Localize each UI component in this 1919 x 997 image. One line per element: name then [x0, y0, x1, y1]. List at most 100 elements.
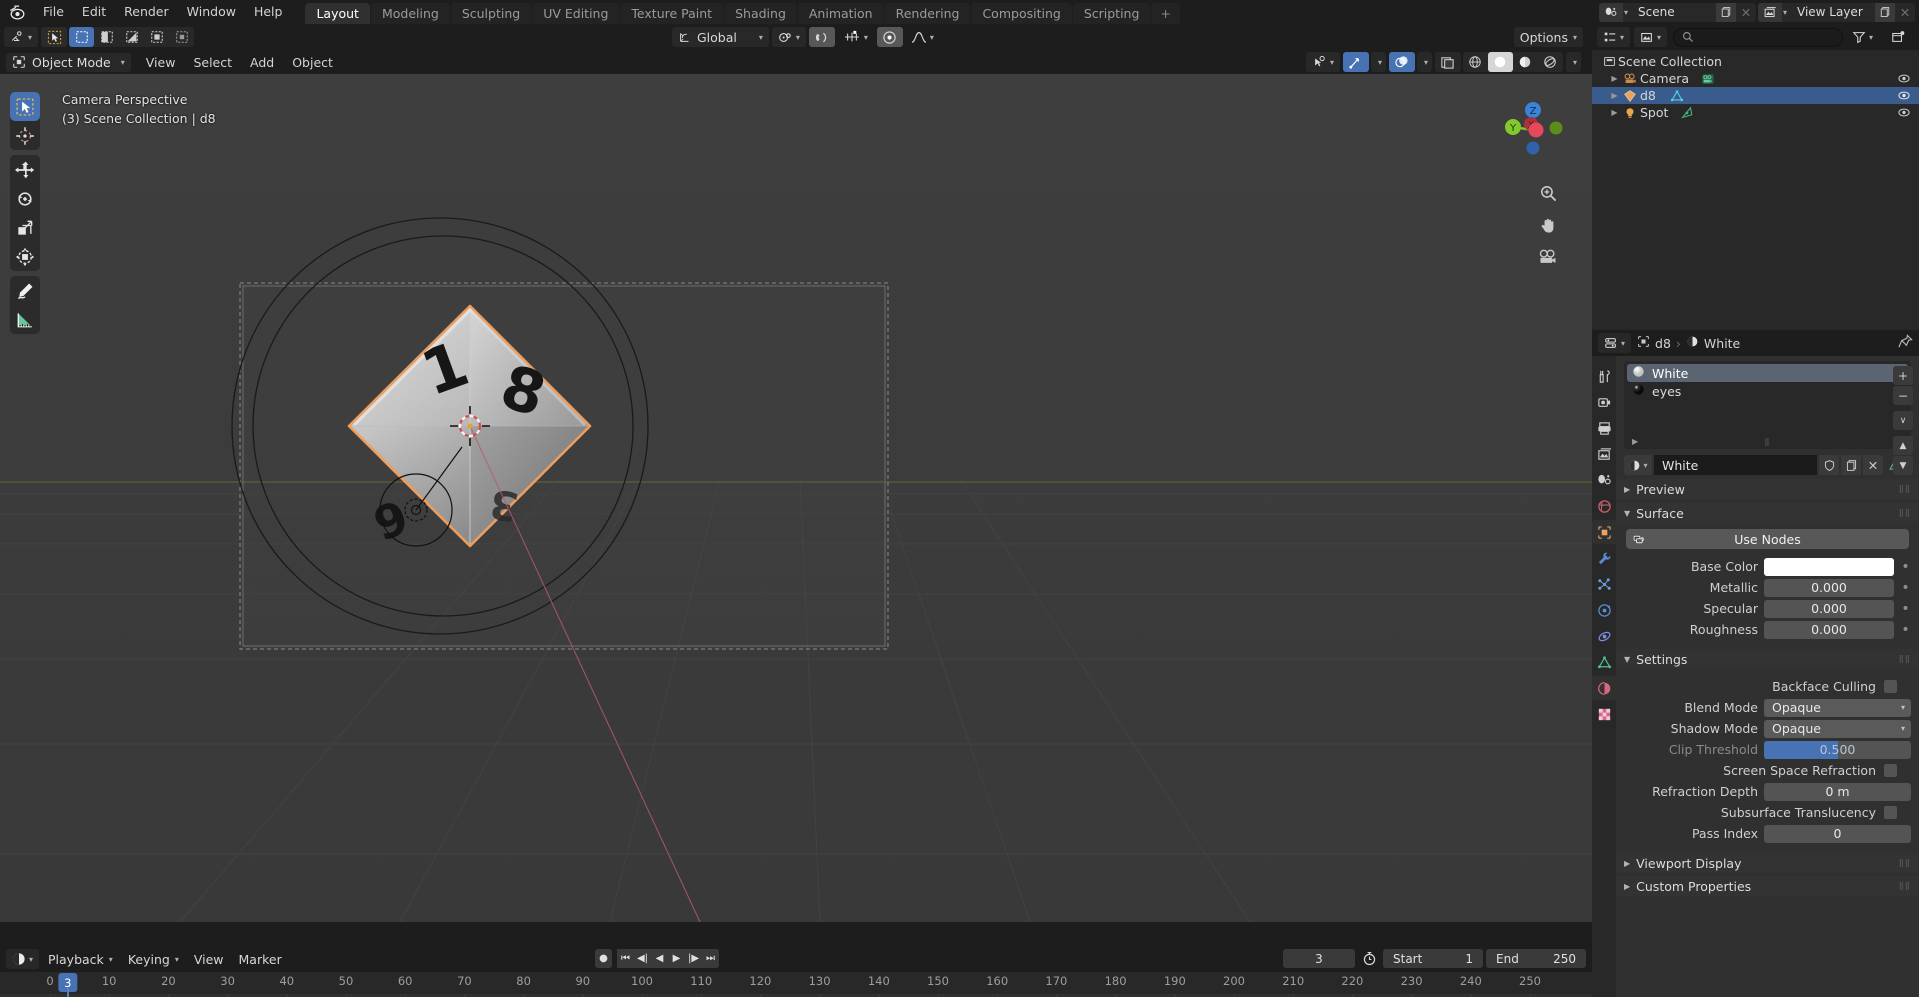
select-set-icon[interactable] — [69, 27, 95, 47]
blender-logo-icon[interactable] — [0, 0, 34, 24]
timeline-ruler[interactable]: 0 10 20 30 40 50 60 70 80 90 100 110 120 130 140 150 160… — [0, 972, 1592, 994]
outliner-new-collection-button[interactable] — [1885, 27, 1911, 47]
tool-measure[interactable] — [10, 305, 40, 334]
view-layer-selector[interactable]: ▾ View Layer ✕ — [1757, 2, 1915, 22]
material-slot-eyes[interactable]: eyes — [1627, 382, 1908, 400]
expand-triangle-icon[interactable]: ▶ — [1609, 74, 1620, 83]
tab-layout[interactable]: Layout — [305, 3, 370, 24]
object-type-visibility-selector[interactable]: ▾ — [1305, 52, 1340, 72]
panel-surface[interactable]: ▼ Surface ⣿⣿ — [1616, 503, 1919, 523]
slot-expand-triangle-icon[interactable]: ▶ — [1632, 437, 1638, 446]
roughness-field[interactable]: 0.000 — [1764, 620, 1894, 639]
tab-view-layer[interactable] — [1592, 442, 1616, 466]
menu-file[interactable]: File — [34, 1, 73, 23]
panel-viewport-display[interactable]: ▶ Viewport Display ⣿⣿ — [1616, 853, 1919, 873]
tool-move[interactable] — [10, 155, 40, 184]
solid-shading-icon[interactable] — [1487, 52, 1513, 72]
start-frame-field[interactable]: Start 1 — [1383, 949, 1483, 968]
pan-hand-icon[interactable] — [1539, 216, 1558, 238]
play-button[interactable]: ▶ — [668, 949, 685, 968]
select-subtract-icon[interactable] — [119, 27, 144, 47]
pin-id-icon[interactable] — [1898, 334, 1913, 352]
properties-editor-type-selector[interactable]: ▾ — [1598, 333, 1632, 353]
blend-mode-select[interactable]: Opaque ▾ — [1764, 698, 1911, 717]
unlink-material-icon[interactable]: ✕ — [1863, 455, 1883, 475]
tool-settings-icon-button[interactable]: ▾ — [4, 27, 39, 47]
add-workspace-button[interactable]: + — [1151, 3, 1180, 24]
camera-visibility-eye-icon[interactable] — [1897, 72, 1911, 88]
viewport-3d-canvas[interactable]: 1 8 6 3 Camera Perspective (3) Scene Col… — [0, 74, 1592, 922]
outliner-row-d8[interactable]: ▶ d8 — [1592, 87, 1919, 104]
wireframe-shading-icon[interactable] — [1463, 52, 1488, 72]
move-slot-down-button[interactable]: ▼ — [1893, 456, 1913, 475]
d8-visibility-eye-icon[interactable] — [1897, 89, 1911, 105]
clip-threshold-slider[interactable]: 0.500 — [1764, 740, 1911, 759]
select-intersect-icon[interactable] — [169, 27, 194, 47]
jump-to-end-button[interactable]: ⏭ — [702, 949, 719, 968]
current-frame-field[interactable]: 3 — [1283, 949, 1355, 968]
menu-window[interactable]: Window — [178, 1, 245, 23]
options-dropdown[interactable]: Options ▾ — [1513, 27, 1583, 47]
viewport-menu-select[interactable]: Select — [184, 53, 241, 72]
material-preview-shading-icon[interactable] — [1513, 52, 1538, 72]
outliner-row-spot[interactable]: ▶ Spot — [1592, 104, 1919, 121]
rendered-shading-icon[interactable] — [1538, 52, 1563, 72]
outliner-editor-type-selector[interactable]: ▾ — [1597, 27, 1631, 47]
slot-list-grip[interactable]: ⣿ — [1764, 438, 1770, 446]
spot-visibility-eye-icon[interactable] — [1897, 106, 1911, 122]
select-invert-icon[interactable] — [144, 27, 169, 47]
material-specials-button[interactable]: ∨ — [1893, 411, 1913, 430]
outliner-display-mode-selector[interactable]: ▾ — [1634, 27, 1668, 47]
play-reverse-button[interactable]: ◀ — [651, 949, 668, 968]
panel-settings[interactable]: ▼ Settings ⣿⣿ — [1616, 649, 1919, 669]
tab-object-data[interactable] — [1592, 650, 1616, 674]
specular-field[interactable]: 0.000 — [1764, 599, 1894, 618]
fake-user-shield-icon[interactable] — [1819, 455, 1839, 475]
outliner-row-camera[interactable]: ▶ Camera — [1592, 70, 1919, 87]
end-frame-field[interactable]: End 250 — [1486, 949, 1586, 968]
unlink-scene-button[interactable]: ✕ — [1736, 3, 1756, 22]
tab-shading[interactable]: Shading — [724, 3, 797, 24]
add-material-slot-button[interactable]: + — [1893, 366, 1913, 385]
interaction-mode-selector[interactable]: Object Mode ▾ — [6, 52, 131, 72]
viewport-menu-object[interactable]: Object — [283, 53, 342, 72]
tab-texture-paint[interactable]: Texture Paint — [620, 3, 724, 24]
xray-toggle-icon[interactable] — [1434, 52, 1461, 72]
previous-keyframe-button[interactable]: ◀| — [634, 949, 651, 968]
shading-options-dropdown[interactable]: ▾ — [1565, 52, 1581, 72]
light-data-icon[interactable] — [1680, 105, 1694, 120]
subsurface-translucency-checkbox[interactable] — [1884, 806, 1897, 819]
scene-selector[interactable]: ▾ Scene ✕ — [1598, 2, 1756, 22]
metallic-field[interactable]: 0.000 — [1764, 578, 1894, 597]
panel-preview[interactable]: ▶ Preview ⣿⣿ — [1616, 479, 1919, 499]
falloff-curve-selector[interactable]: ▾ — [905, 27, 940, 47]
tool-tweak-select[interactable] — [10, 92, 40, 121]
tool-annotate[interactable] — [10, 276, 40, 305]
tool-rotate[interactable] — [10, 184, 40, 213]
tab-material[interactable] — [1592, 676, 1616, 700]
timeline-menu-marker[interactable]: Marker — [233, 949, 288, 969]
tab-texture[interactable] — [1592, 702, 1616, 726]
backface-culling-checkbox[interactable] — [1884, 680, 1897, 693]
move-slot-up-button[interactable]: ▲ — [1893, 436, 1913, 455]
editor-type-selector[interactable]: ▾ — [6, 949, 40, 969]
jump-to-start-button[interactable]: ⏮ — [617, 949, 634, 968]
material-slot-white[interactable]: White — [1627, 364, 1908, 382]
tab-output[interactable] — [1592, 416, 1616, 440]
snap-magnet-icon[interactable] — [808, 27, 835, 47]
camera-view-icon[interactable] — [1538, 248, 1558, 269]
new-material-copy-icon[interactable] — [1841, 455, 1861, 475]
active-tool-cursor-icon[interactable] — [41, 27, 68, 47]
camera-data-icon[interactable] — [1701, 72, 1715, 86]
mesh-data-icon[interactable] — [1670, 89, 1684, 103]
tab-physics[interactable] — [1592, 598, 1616, 622]
menu-help[interactable]: Help — [245, 1, 292, 23]
tab-object[interactable] — [1592, 520, 1616, 544]
tab-scene[interactable] — [1592, 468, 1616, 492]
timeline-menu-keying[interactable]: Keying ▾ — [122, 949, 185, 969]
overlay-options-dropdown[interactable]: ▾ — [1416, 52, 1432, 72]
menu-render[interactable]: Render — [115, 1, 178, 23]
tab-uv-editing[interactable]: UV Editing — [532, 3, 620, 24]
expand-triangle-icon[interactable]: ▶ — [1609, 108, 1620, 117]
outliner-search-input[interactable] — [1673, 27, 1843, 47]
